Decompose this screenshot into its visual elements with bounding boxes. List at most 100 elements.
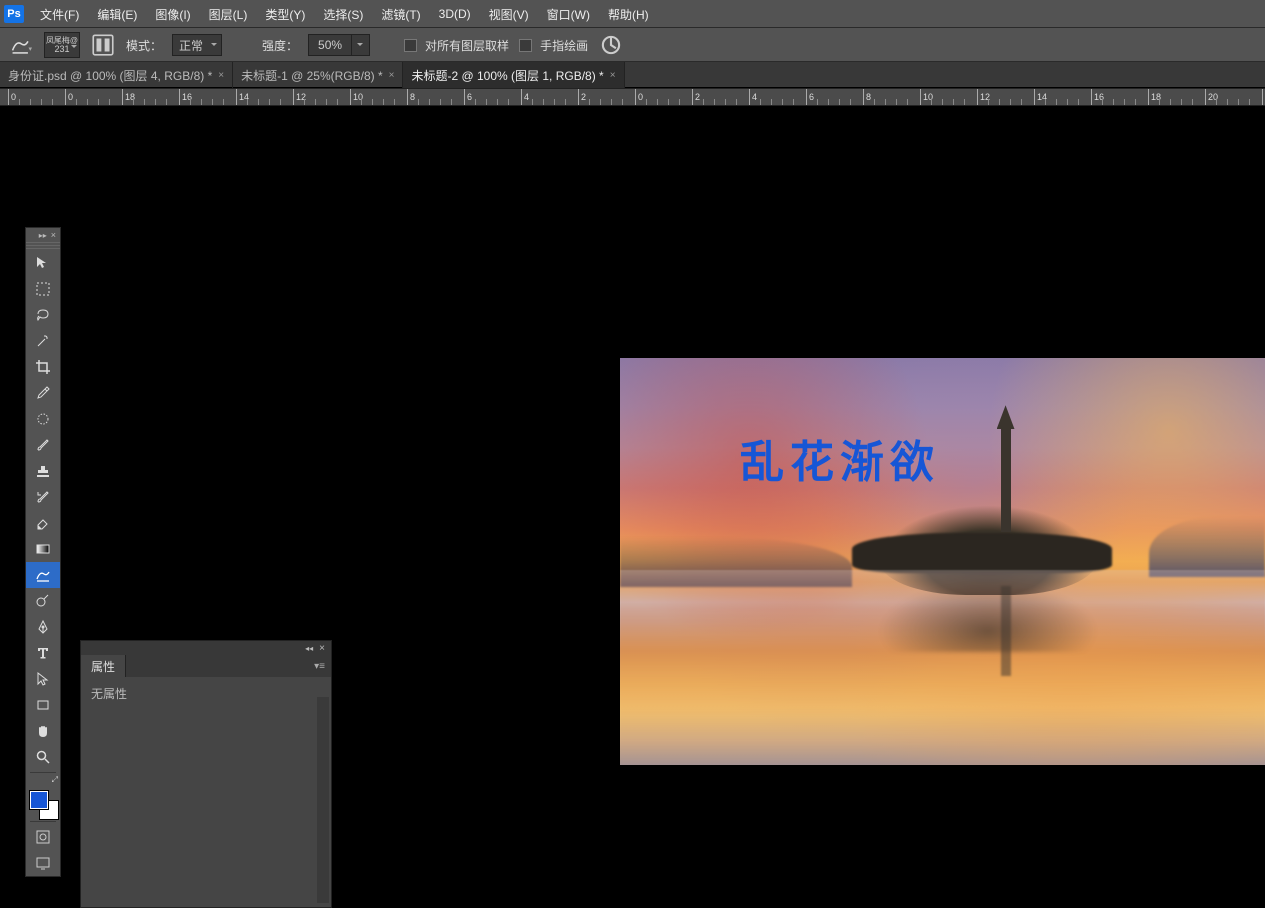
options-bar: ▾ 凤尾梅@ 231 模式： 正常 强度： 50% 对所有图层取样 手指绘画 — [0, 28, 1265, 62]
brush-panel-toggle-icon[interactable] — [90, 32, 116, 58]
scrollbar[interactable] — [317, 697, 329, 903]
brush-preset-picker[interactable]: 凤尾梅@ 231 — [44, 32, 80, 58]
blend-mode-value: 正常 — [179, 37, 203, 54]
lasso-tool[interactable] — [26, 302, 60, 328]
smudge-tool[interactable] — [26, 562, 60, 588]
menu-filter[interactable]: 滤镜(T) — [373, 0, 428, 28]
separator — [30, 821, 56, 822]
document-tab-label: 未标题-2 @ 100% (图层 1, RGB/8) * — [411, 67, 603, 84]
panel-grip-icon[interactable] — [26, 242, 60, 250]
menu-help[interactable]: 帮助(H) — [600, 0, 657, 28]
collapse-icon[interactable]: ◂◂ — [305, 644, 313, 653]
close-icon[interactable]: × — [51, 230, 56, 240]
image-tower — [1001, 427, 1011, 532]
ruler-tick: 6 — [464, 89, 472, 106]
close-icon[interactable]: × — [610, 70, 616, 81]
horizontal-ruler[interactable]: 00181614121086420246810121416182022 — [0, 88, 1265, 106]
ruler-tick: 0 — [65, 89, 73, 106]
menu-type[interactable]: 类型(Y) — [257, 0, 313, 28]
hand-tool[interactable] — [26, 718, 60, 744]
document-tab-label: 身份证.psd @ 100% (图层 4, RGB/8) * — [8, 67, 212, 84]
ruler-tick: 0 — [8, 89, 16, 106]
gradient-tool[interactable] — [26, 536, 60, 562]
type-tool[interactable] — [26, 640, 60, 666]
menu-file[interactable]: 文件(F) — [32, 0, 87, 28]
move-tool[interactable] — [26, 250, 60, 276]
collapse-icon[interactable]: ▸▸ — [39, 231, 47, 240]
menu-window[interactable]: 窗口(W) — [539, 0, 598, 28]
marquee-tool[interactable] — [26, 276, 60, 302]
canvas-text-layer[interactable]: 乱花渐欲 — [740, 426, 940, 490]
blend-mode-select[interactable]: 正常 — [172, 34, 222, 56]
healing-tool[interactable] — [26, 406, 60, 432]
strength-dropdown-icon[interactable] — [352, 34, 370, 56]
properties-panel[interactable]: ◂◂ × 属性 ▾≡ 无属性 — [80, 640, 332, 908]
ruler-tick: 4 — [521, 89, 529, 106]
app-logo-icon: Ps — [4, 5, 24, 23]
sample-all-layers-checkbox[interactable]: 对所有图层取样 — [404, 37, 509, 54]
tablet-pressure-icon[interactable] — [598, 32, 624, 58]
ruler-tick: 4 — [749, 89, 757, 106]
checkbox-icon — [404, 39, 417, 52]
current-tool-icon[interactable]: ▾ — [10, 33, 34, 57]
properties-tab[interactable]: 属性 — [81, 655, 126, 677]
panel-menu-icon[interactable]: ▾≡ — [314, 661, 331, 672]
menu-image[interactable]: 图像(I) — [147, 0, 198, 28]
document-tab[interactable]: 身份证.psd @ 100% (图层 4, RGB/8) * × — [0, 62, 233, 88]
properties-body: 无属性 — [81, 677, 331, 907]
zoom-tool[interactable] — [26, 744, 60, 770]
swap-colors-icon[interactable]: ⤢ — [52, 775, 58, 785]
close-icon[interactable]: × — [218, 70, 224, 81]
ruler-tick: 2 — [692, 89, 700, 106]
foreground-color-swatch[interactable] — [30, 791, 48, 809]
brush-size-value: 231 — [54, 45, 69, 54]
canvas-document[interactable]: 乱花渐欲 — [620, 358, 1265, 765]
screen-mode-icon[interactable] — [26, 850, 60, 876]
menu-3d[interactable]: 3D(D) — [431, 0, 479, 28]
menu-select[interactable]: 选择(S) — [315, 0, 371, 28]
rectangle-tool[interactable] — [26, 692, 60, 718]
crop-tool[interactable] — [26, 354, 60, 380]
quick-mask-icon[interactable] — [26, 824, 60, 850]
document-tab-bar: 身份证.psd @ 100% (图层 4, RGB/8) * × 未标题-1 @… — [0, 62, 1265, 88]
panel-titlebar[interactable]: ◂◂ × — [81, 641, 331, 655]
ruler-tick: 8 — [407, 89, 415, 106]
menu-view[interactable]: 视图(V) — [481, 0, 537, 28]
eraser-tool[interactable] — [26, 510, 60, 536]
color-swap-row: ⤢ — [26, 775, 60, 789]
menu-layer[interactable]: 图层(L) — [201, 0, 256, 28]
tools-panel-header[interactable]: ▸▸ × — [26, 228, 60, 242]
close-icon[interactable]: × — [319, 643, 325, 654]
finger-painting-label: 手指绘画 — [540, 37, 588, 54]
sample-all-layers-label: 对所有图层取样 — [425, 37, 509, 54]
menu-edit[interactable]: 编辑(E) — [89, 0, 145, 28]
path-select-tool[interactable] — [26, 666, 60, 692]
stamp-tool[interactable] — [26, 458, 60, 484]
menu-bar: Ps 文件(F) 编辑(E) 图像(I) 图层(L) 类型(Y) 选择(S) 滤… — [0, 0, 1265, 28]
checkbox-icon — [519, 39, 532, 52]
ruler-tick: 8 — [863, 89, 871, 106]
image-island-reflection — [878, 582, 1098, 652]
image-trees — [852, 533, 1112, 573]
document-tab[interactable]: 未标题-1 @ 25%(RGB/8) * × — [233, 62, 403, 88]
tools-panel[interactable]: ▸▸ × ⤢ — [25, 227, 61, 877]
pen-tool[interactable] — [26, 614, 60, 640]
history-brush-tool[interactable] — [26, 484, 60, 510]
separator — [30, 772, 56, 773]
brush-tool[interactable] — [26, 432, 60, 458]
strength-input[interactable]: 50% — [308, 34, 352, 56]
image-tower-reflection — [1001, 586, 1011, 676]
strength-value: 50% — [318, 38, 342, 52]
panel-tab-bar: 属性 ▾≡ — [81, 655, 331, 677]
ruler-tick: 6 — [806, 89, 814, 106]
ruler-tick: 0 — [635, 89, 643, 106]
close-icon[interactable]: × — [389, 70, 395, 81]
finger-painting-checkbox[interactable]: 手指绘画 — [519, 37, 588, 54]
dodge-tool[interactable] — [26, 588, 60, 614]
strength-label: 强度： — [262, 37, 298, 54]
ruler-tick: 2 — [578, 89, 586, 106]
eyedropper-tool[interactable] — [26, 380, 60, 406]
magic-wand-tool[interactable] — [26, 328, 60, 354]
mode-label: 模式： — [126, 37, 162, 54]
document-tab[interactable]: 未标题-2 @ 100% (图层 1, RGB/8) * × — [403, 62, 624, 88]
